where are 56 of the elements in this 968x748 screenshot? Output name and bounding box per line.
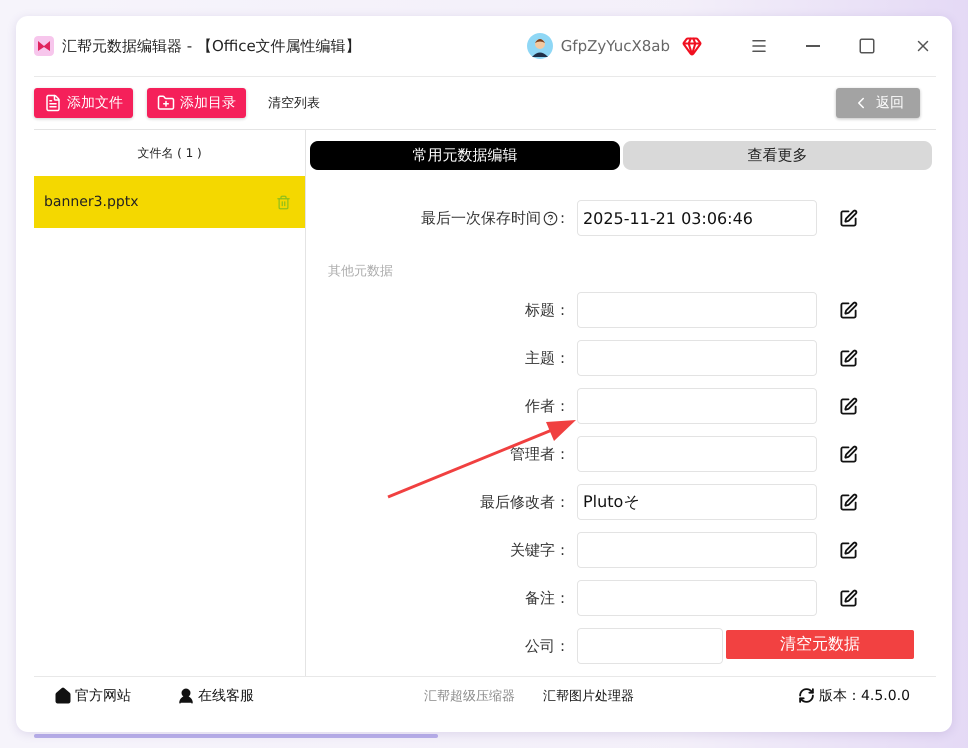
text-field[interactable] bbox=[577, 532, 817, 568]
website-link[interactable]: 官方网站 bbox=[54, 686, 131, 704]
person-icon bbox=[177, 686, 195, 704]
window-title: 汇帮元数据编辑器 - 【Office文件属性编辑】 bbox=[62, 36, 361, 56]
help-icon bbox=[542, 210, 558, 226]
text-field[interactable]: 2025-11-21 03:06:46 bbox=[577, 200, 817, 236]
text-field[interactable] bbox=[577, 388, 817, 424]
add-button[interactable]: 添加文件 bbox=[34, 88, 133, 118]
colon: : bbox=[560, 209, 565, 227]
maximize-icon bbox=[858, 37, 876, 55]
field-label: 备注 : bbox=[525, 588, 565, 608]
minimize-icon bbox=[806, 45, 820, 47]
product-link[interactable]: 汇帮图片处理器 bbox=[543, 686, 634, 704]
edit-button[interactable] bbox=[839, 300, 858, 320]
field-label: 最后一次保存时间 bbox=[420, 208, 541, 228]
edit-button[interactable] bbox=[839, 540, 858, 560]
menu-icon bbox=[750, 37, 768, 55]
tab[interactable]: 查看更多 bbox=[622, 141, 932, 170]
gem-icon bbox=[682, 36, 702, 56]
edit-button[interactable] bbox=[839, 208, 858, 228]
text-field[interactable] bbox=[577, 292, 817, 328]
text-field[interactable] bbox=[577, 628, 723, 664]
edit-button[interactable] bbox=[839, 492, 858, 512]
text-field[interactable] bbox=[577, 340, 817, 376]
support-link[interactable]: 在线客服 bbox=[177, 686, 254, 704]
user-name: GfpZyYucX8ab bbox=[560, 37, 670, 55]
field-label: 公司 : bbox=[525, 636, 565, 656]
text-field[interactable]: Plutoそ bbox=[577, 484, 817, 520]
product-link[interactable]: 汇帮超级压缩器 bbox=[424, 686, 515, 704]
file-row[interactable]: banner3.pptx bbox=[34, 176, 305, 228]
file-name: banner3.pptx bbox=[44, 194, 138, 210]
clear-list-button[interactable]: 清空列表 bbox=[260, 94, 328, 112]
avatar-icon bbox=[526, 33, 553, 59]
edit-button[interactable] bbox=[839, 444, 858, 464]
refresh-icon bbox=[798, 687, 816, 704]
section-title: 其他元数据 bbox=[327, 263, 394, 280]
field-label: 管理者 : bbox=[510, 444, 565, 464]
field-label: 最后修改者 : bbox=[480, 492, 565, 512]
edit-button[interactable] bbox=[839, 396, 858, 416]
add-button[interactable]: 添加目录 bbox=[147, 88, 246, 118]
edit-button[interactable] bbox=[839, 588, 858, 608]
text-field[interactable] bbox=[577, 436, 817, 472]
clear-metadata-button[interactable]: 清空元数据 bbox=[726, 630, 914, 659]
document-icon bbox=[44, 94, 62, 112]
list-header: 文件名 ( 1 ) bbox=[136, 144, 203, 162]
folder-plus-icon bbox=[157, 94, 175, 112]
version-label: 版本：4.5.0.0 bbox=[798, 686, 910, 704]
home-icon bbox=[54, 686, 72, 704]
field-label: 关键字 : bbox=[510, 540, 565, 560]
edit-button[interactable] bbox=[839, 348, 858, 368]
field-label: 作者 : bbox=[525, 396, 565, 416]
tab[interactable]: 常用元数据编辑 bbox=[310, 141, 620, 170]
app-logo bbox=[34, 36, 54, 56]
field-label: 标题 : bbox=[525, 300, 565, 320]
text-field[interactable] bbox=[577, 580, 817, 616]
field-label: 主题 : bbox=[525, 348, 565, 368]
